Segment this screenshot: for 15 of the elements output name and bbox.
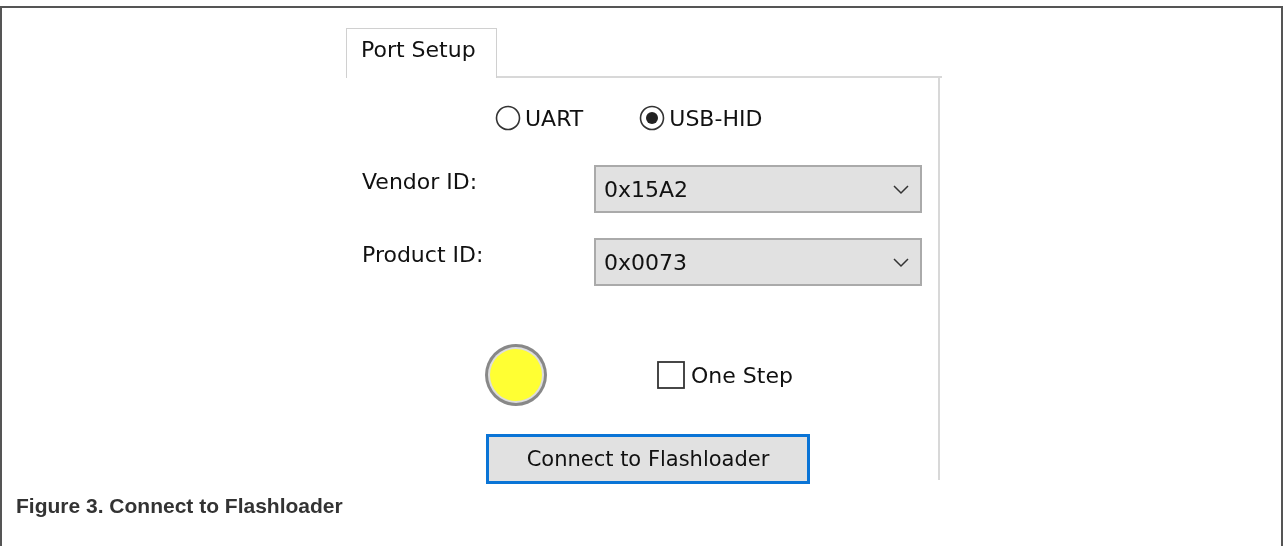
checkbox-label: One Step — [691, 362, 793, 388]
radio-label: UART — [525, 105, 584, 131]
checkbox[interactable] — [657, 361, 685, 389]
radio-button[interactable] — [639, 105, 666, 131]
field-label: Vendor ID: — [361, 169, 479, 194]
radio-label: USB-HID — [669, 105, 763, 131]
figure-caption: Figure 3. Connect to Flashloader — [16, 494, 343, 518]
connect-button[interactable]: Connect to Flashloader — [486, 434, 810, 484]
radio-button[interactable] — [495, 105, 521, 131]
dropdown[interactable]: 0x15A2 — [594, 165, 922, 213]
tab[interactable]: Port Setup — [346, 28, 497, 78]
chevron-down-icon — [892, 256, 910, 268]
chevron-down-icon — [892, 183, 910, 195]
dropdown[interactable]: 0x0073 — [594, 238, 922, 286]
field-label: Product ID: — [361, 242, 485, 267]
